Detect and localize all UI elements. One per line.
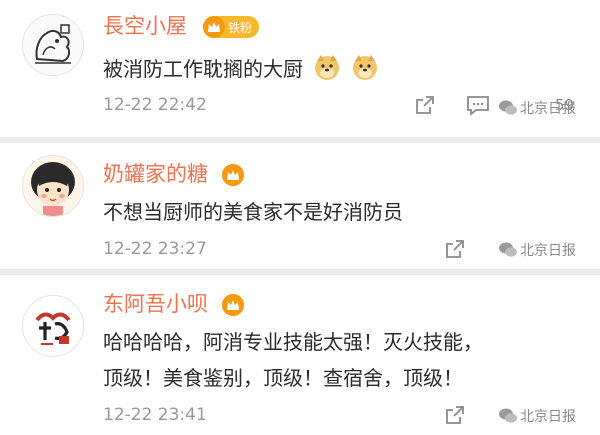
comment-text: 不想当厨师的美食家不是好消防员 [103,200,403,224]
watermark-text: 北京日报 [520,409,576,425]
comment-text-line: 哈哈哈哈，阿消专业技能太强！灭火技能， [103,330,483,354]
comment-icon[interactable] [466,94,490,116]
fan-badge[interactable] [222,164,244,186]
wechat-icon [499,100,517,115]
watermark: 北京日报 [498,98,576,118]
username[interactable]: 东阿吾小呗 [103,291,208,317]
fan-badge[interactable]: 铁粉 [203,16,260,38]
comment-text-line: 顶级！美食鉴别，顶级！查宿舍，顶级！ [103,366,463,390]
comment-time: 12-22 22:42 [103,95,207,115]
username[interactable]: 奶罐家的糖 [103,161,208,187]
wechat-icon [499,408,517,423]
share-icon[interactable] [444,238,466,260]
comment-item: 奶罐家的糖 不想当厨师的美食家不是好消防员 12-22 23:27 北京日报 [0,137,600,275]
doge-emoji-icon [353,55,377,80]
username[interactable]: 長空小屋 [103,13,187,39]
avatar[interactable] [22,295,84,357]
share-icon[interactable] [444,404,466,426]
watermark: 北京日报 [498,406,576,426]
crown-icon [203,16,225,38]
doge-emoji-icon [315,55,339,80]
share-icon[interactable] [414,94,436,116]
watermark-text: 北京日报 [520,243,576,259]
watermark-text: 北京日报 [520,101,576,117]
comment-item: 东阿吾小呗 哈哈哈哈，阿消专业技能太强！灭火技能， 顶级！美食鉴别，顶级！查宿舍… [0,269,600,435]
comment-text-content: 被消防工作耽搁的大厨 [103,57,303,81]
avatar[interactable] [22,155,84,217]
watermark: 北京日报 [498,240,576,260]
comment-time: 12-22 23:27 [103,239,207,259]
crown-icon [222,294,244,316]
comment-text: 被消防工作耽搁的大厨 [103,50,379,88]
comment-time: 12-22 23:41 [103,405,207,425]
badge-label: 铁粉 [228,20,253,35]
wechat-icon [499,242,517,257]
avatar[interactable] [22,14,84,76]
comment-item: 長空小屋 铁粉 被消防工作耽搁的大厨 12-22 22:42 59 北京日报 [0,0,600,137]
fan-badge[interactable] [222,294,244,316]
crown-icon [222,164,244,186]
